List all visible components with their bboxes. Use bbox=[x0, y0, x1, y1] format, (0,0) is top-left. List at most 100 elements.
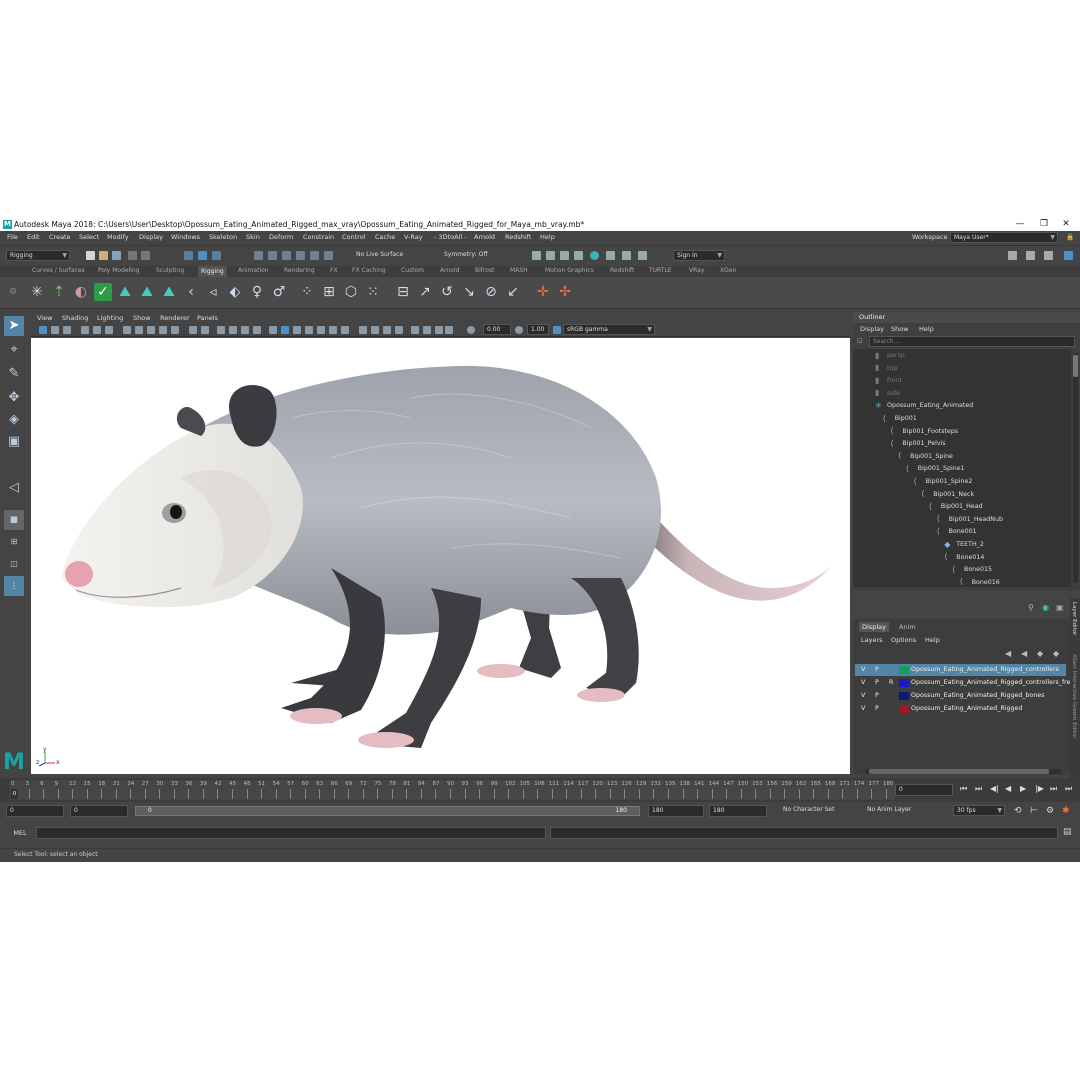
2d-pan-zoom-icon[interactable] bbox=[93, 326, 101, 334]
layer-color-swatch[interactable] bbox=[899, 692, 909, 700]
menu-cache[interactable]: Cache bbox=[375, 233, 395, 241]
snap-vertex-icon[interactable] bbox=[324, 251, 333, 260]
menu-arnold[interactable]: Arnold bbox=[474, 233, 495, 241]
outliner-item[interactable]: ⟨ Bip001_Spine bbox=[898, 451, 953, 463]
shelf-tab-sculpting[interactable]: Sculpting bbox=[156, 267, 184, 274]
layer-visibility-toggle[interactable]: V bbox=[861, 703, 865, 715]
aim-constraint-icon[interactable]: ⊘ bbox=[482, 283, 500, 301]
exposure-field[interactable]: 0.00 bbox=[483, 324, 511, 335]
resolution-gate-icon[interactable] bbox=[147, 326, 155, 334]
menu-redshift[interactable]: Redshift bbox=[505, 233, 531, 241]
lasso-tool-icon[interactable]: ⌖ bbox=[4, 340, 24, 360]
character-set-dropdown[interactable]: No Character Set bbox=[780, 805, 860, 816]
hud-icon[interactable] bbox=[411, 326, 419, 334]
outliner-item[interactable]: ⟨ Bone014 bbox=[944, 552, 984, 564]
render-frame-icon[interactable] bbox=[532, 251, 541, 260]
help-menu[interactable]: Help bbox=[925, 636, 940, 644]
outliner-item[interactable]: ✳ Opossum_Eating_Animated bbox=[875, 400, 973, 412]
close-button[interactable]: ✕ bbox=[1054, 218, 1078, 231]
shelf-tab-arnold[interactable]: Arnold bbox=[440, 267, 459, 274]
exposure-dial-icon[interactable] bbox=[467, 326, 475, 334]
outliner-scrollbar[interactable] bbox=[1073, 353, 1078, 583]
shelf-tab-redshift[interactable]: Redshift bbox=[610, 267, 634, 274]
xgen-groom-editor-tab[interactable]: XGen Interactive Groom Editor bbox=[1071, 654, 1077, 739]
color-management-icon[interactable] bbox=[445, 326, 453, 334]
move-layer-up-icon[interactable]: ◀ bbox=[1005, 649, 1011, 658]
view-transform-icon[interactable] bbox=[553, 326, 561, 334]
render-sequence-icon[interactable] bbox=[546, 251, 555, 260]
multisample-aa-icon[interactable] bbox=[341, 326, 349, 334]
film-gate-icon[interactable] bbox=[135, 326, 143, 334]
ik-spline-icon[interactable]: ⛰ bbox=[138, 283, 156, 301]
camera-attributes-icon[interactable] bbox=[51, 326, 59, 334]
four-view-layout-icon[interactable]: ⊞ bbox=[4, 532, 24, 552]
undo-icon[interactable] bbox=[128, 251, 137, 260]
tab-display[interactable]: Display bbox=[859, 622, 889, 632]
new-layer-selected-icon[interactable]: ◆ bbox=[1053, 649, 1059, 658]
outliner-item[interactable]: ⟨ Bip001_Neck bbox=[921, 489, 974, 501]
outliner-menu-help[interactable]: Help bbox=[919, 325, 934, 333]
shelf-options-icon[interactable]: ⚙ bbox=[4, 283, 22, 301]
xray-active-icon[interactable] bbox=[395, 326, 403, 334]
pause-icon[interactable] bbox=[638, 251, 647, 260]
preferences-icon[interactable]: ✱ bbox=[1062, 806, 1070, 816]
parent-constraint-icon[interactable]: ⊟ bbox=[394, 283, 412, 301]
render-view-icon[interactable] bbox=[606, 251, 615, 260]
gate-mask-icon[interactable] bbox=[159, 326, 167, 334]
lattice-icon[interactable]: ⬡ bbox=[342, 283, 360, 301]
outliner-item[interactable]: ⟨ Bip001_Spine1 bbox=[906, 463, 965, 475]
menu-3dtoall[interactable]: - 3DtoAll - bbox=[434, 233, 467, 241]
outliner-menu-show[interactable]: Show bbox=[891, 325, 909, 333]
ambient-occlusion-icon[interactable] bbox=[317, 326, 325, 334]
go-to-end-icon[interactable]: ⏭ bbox=[1065, 784, 1072, 794]
xray-icon[interactable] bbox=[371, 326, 379, 334]
perspective-viewport[interactable]: z x y bbox=[31, 338, 850, 774]
open-scene-icon[interactable] bbox=[99, 251, 108, 260]
scene-start-field[interactable]: 0 bbox=[6, 805, 64, 817]
step-forward-frame-icon[interactable]: |▶ bbox=[1035, 784, 1044, 793]
minimize-button[interactable]: — bbox=[1008, 218, 1032, 231]
layer-visibility-toggle[interactable]: V bbox=[861, 664, 865, 676]
layer-options-icon[interactable]: ▣ bbox=[1056, 603, 1064, 612]
outliner-item[interactable]: ⟨ Bone001 bbox=[937, 526, 977, 538]
layer-editor-tab[interactable]: Layer Editor bbox=[1071, 602, 1077, 635]
xray-joints-icon[interactable] bbox=[383, 326, 391, 334]
gamma-icon[interactable] bbox=[435, 326, 443, 334]
scale-constraint-icon[interactable]: ↘ bbox=[460, 283, 478, 301]
single-perspective-layout-icon[interactable]: ▪ bbox=[4, 510, 24, 530]
tab-anim[interactable]: Anim bbox=[899, 623, 916, 631]
modeling-toolkit-icon[interactable] bbox=[1064, 251, 1073, 260]
layer-playback-toggle[interactable]: P bbox=[875, 677, 879, 689]
shelf-tab-rendering[interactable]: Rendering bbox=[284, 267, 315, 274]
scrollbar-thumb[interactable] bbox=[869, 769, 1049, 774]
wireframe-icon[interactable] bbox=[217, 326, 225, 334]
snap-curve-icon[interactable] bbox=[268, 251, 277, 260]
layer-hscrollbar[interactable] bbox=[865, 769, 1061, 774]
viewport-menu-view[interactable]: View bbox=[37, 314, 52, 322]
layer-row[interactable]: V P R Opossum_Eating_Animated_Rigged_contro… bbox=[855, 677, 1074, 689]
color-space-dropdown[interactable]: sRGB gamma ▼ bbox=[563, 324, 655, 335]
outliner-item[interactable]: ▮ front bbox=[875, 375, 902, 387]
sound-icon[interactable]: ⚙ bbox=[1046, 806, 1054, 816]
menu-skin[interactable]: Skin bbox=[246, 233, 260, 241]
shelf-tab-rigging[interactable]: Rigging bbox=[198, 266, 227, 277]
menu-modify[interactable]: Modify bbox=[107, 233, 129, 241]
shelf-tab-bifrost[interactable]: Bifrost bbox=[475, 267, 494, 274]
outliner-item[interactable]: ⟨ Bip001_Head bbox=[929, 501, 983, 513]
menu-v-ray[interactable]: V-Ray bbox=[404, 233, 423, 241]
bounding-box-icon[interactable] bbox=[269, 326, 277, 334]
select-tool-icon[interactable]: ➤ bbox=[4, 316, 24, 336]
outliner-menu-display[interactable]: Display bbox=[860, 325, 884, 333]
cv-curve-icon[interactable]: ✢ bbox=[556, 283, 574, 301]
orient-joint-icon[interactable]: ✓ bbox=[94, 283, 112, 301]
channel-box-icon[interactable] bbox=[1044, 251, 1053, 260]
snap-point-icon[interactable] bbox=[282, 251, 291, 260]
wireframe-on-shaded-icon[interactable] bbox=[241, 326, 249, 334]
menu-windows[interactable]: Windows bbox=[171, 233, 200, 241]
step-back-frame-icon[interactable]: ◀| bbox=[990, 784, 999, 793]
layer-playback-toggle[interactable]: P bbox=[875, 664, 879, 676]
layer-reference-toggle[interactable]: R bbox=[889, 677, 893, 689]
sign-in-button[interactable]: Sign In ▼ bbox=[673, 250, 725, 261]
step-back-key-icon[interactable]: ⏭ bbox=[975, 784, 982, 794]
menu-control[interactable]: Control bbox=[342, 233, 366, 241]
